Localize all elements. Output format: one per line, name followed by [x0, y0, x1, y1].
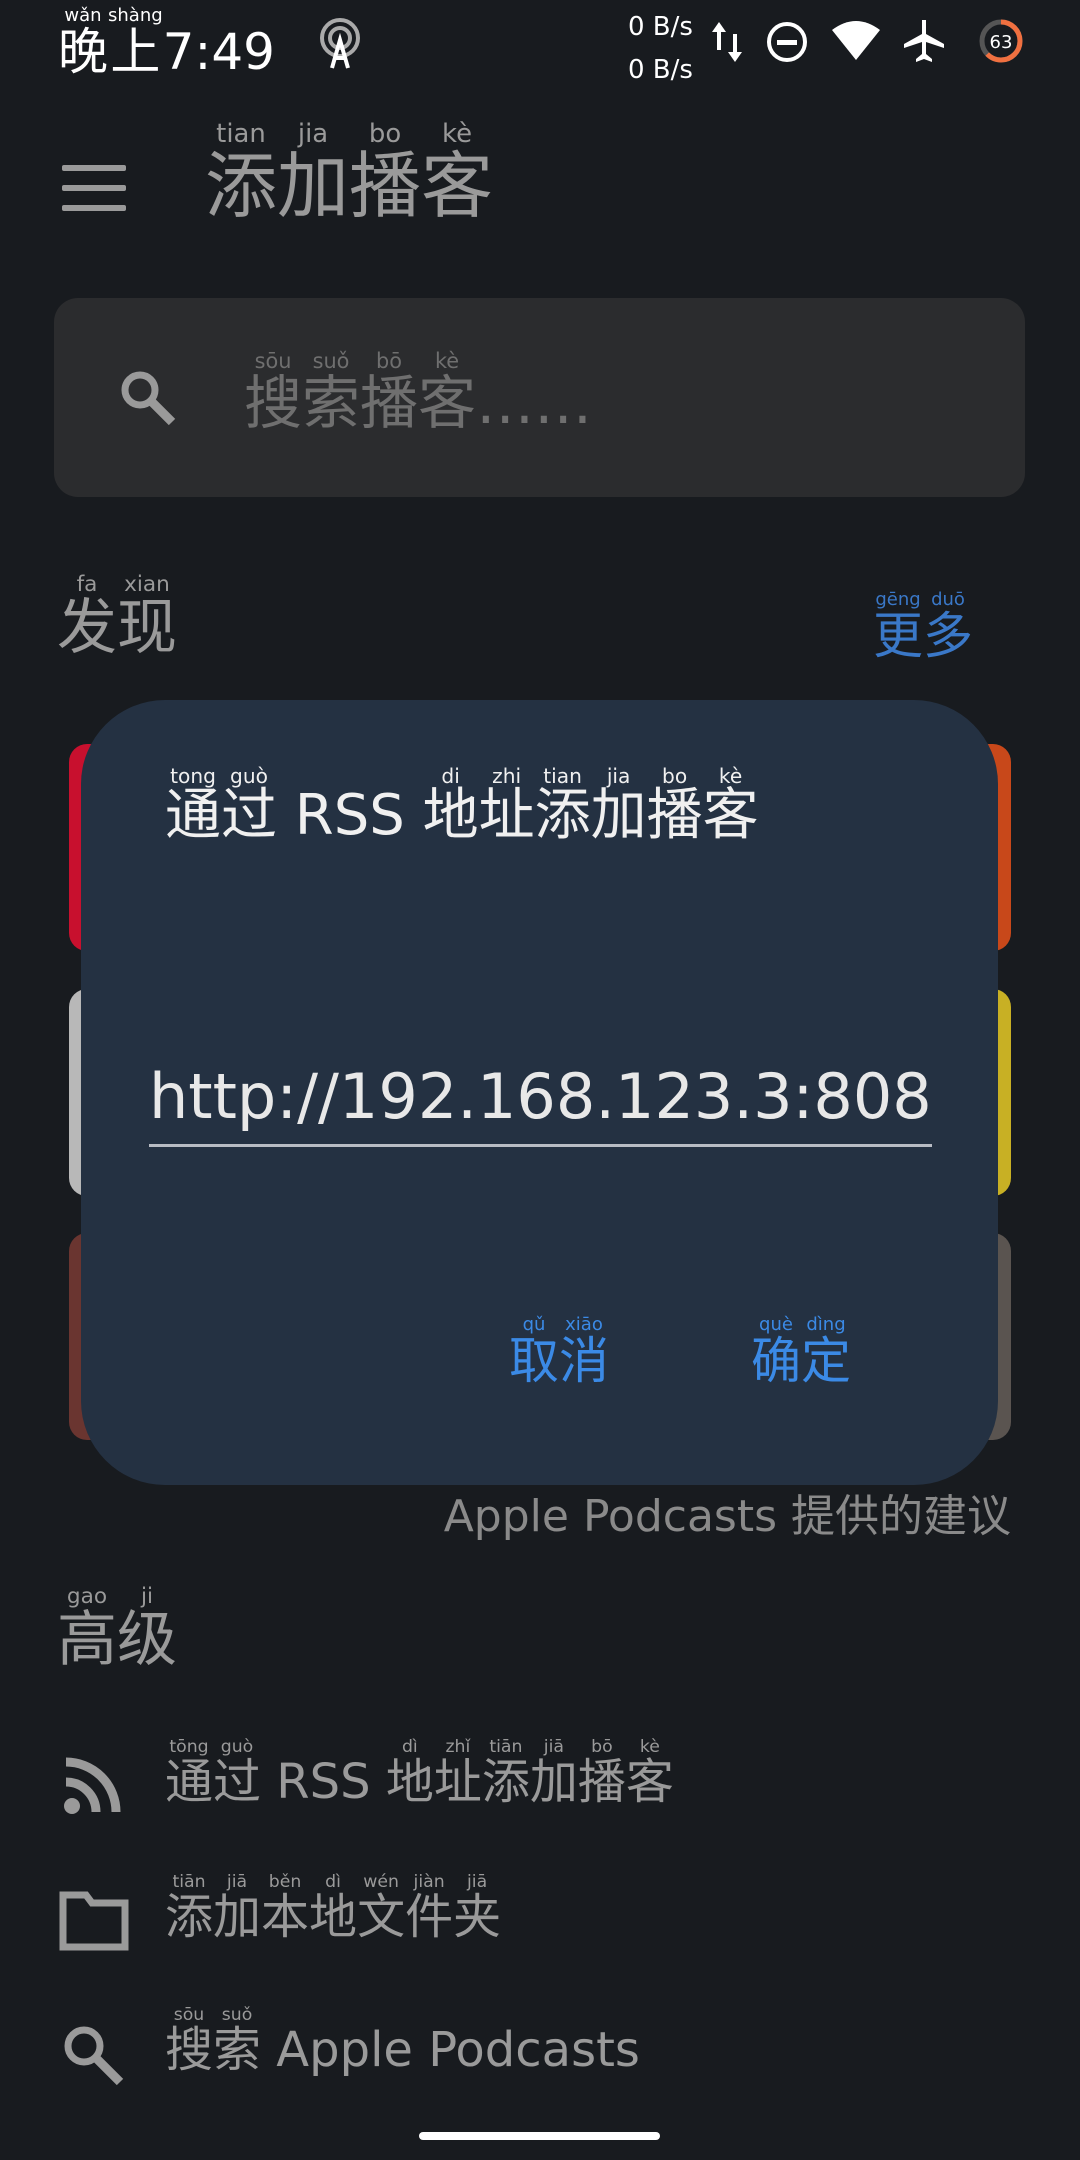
char: 过 — [221, 783, 277, 849]
char: 加 — [590, 783, 647, 849]
char: RSS — [277, 783, 423, 849]
ruby-char: xiāo 消 — [559, 1315, 609, 1387]
input-underline — [149, 1144, 932, 1147]
rss-url-input[interactable]: http://192.168.123.3:8088 — [149, 1060, 932, 1140]
ruby-char: tian 添 — [535, 765, 591, 846]
ruby-char: què 确 — [751, 1315, 801, 1387]
char: 添 — [534, 783, 591, 849]
ruby-char: qǔ 取 — [509, 1315, 559, 1387]
char: 通 — [165, 783, 221, 849]
char: 确 — [751, 1331, 801, 1390]
ruby-char: zhi 址 — [479, 765, 535, 846]
char: 地 — [422, 783, 479, 849]
char: 定 — [801, 1331, 851, 1390]
ruby-char: kè 客 — [703, 765, 759, 846]
char: 址 — [478, 783, 535, 849]
ruby-char: guò 过 — [221, 765, 277, 846]
char: 消 — [559, 1331, 609, 1390]
char: 播 — [646, 783, 703, 849]
ruby-char: jia 加 — [591, 765, 647, 846]
ruby-char: dìng 定 — [801, 1315, 851, 1387]
home-indicator[interactable] — [419, 2132, 660, 2140]
cancel-button[interactable]: qǔ 取 xiāo 消 — [509, 1315, 609, 1387]
confirm-button[interactable]: què 确 dìng 定 — [751, 1315, 851, 1387]
char: 客 — [702, 783, 759, 849]
ruby-char: tong 通 — [165, 765, 221, 846]
ruby-char: RSS — [277, 765, 423, 846]
dialog-title: tong 通 guò 过 RSS di 地 zhi 址 tian 添 jia 加 bo 播 kè 客 — [165, 765, 925, 846]
ruby-char: bo 播 — [647, 765, 703, 846]
ruby-char: di 地 — [423, 765, 479, 846]
char: 取 — [509, 1331, 559, 1390]
add-rss-dialog: tong 通 guò 过 RSS di 地 zhi 址 tian 添 jia 加 bo 播 kè 客 htt… — [81, 700, 998, 1485]
